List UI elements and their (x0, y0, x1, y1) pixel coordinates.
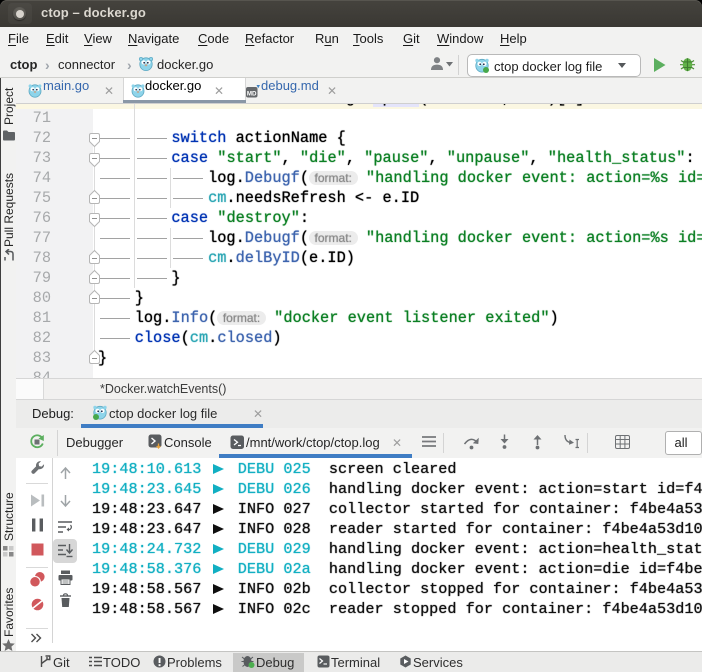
svg-text:MD: MD (247, 91, 257, 98)
